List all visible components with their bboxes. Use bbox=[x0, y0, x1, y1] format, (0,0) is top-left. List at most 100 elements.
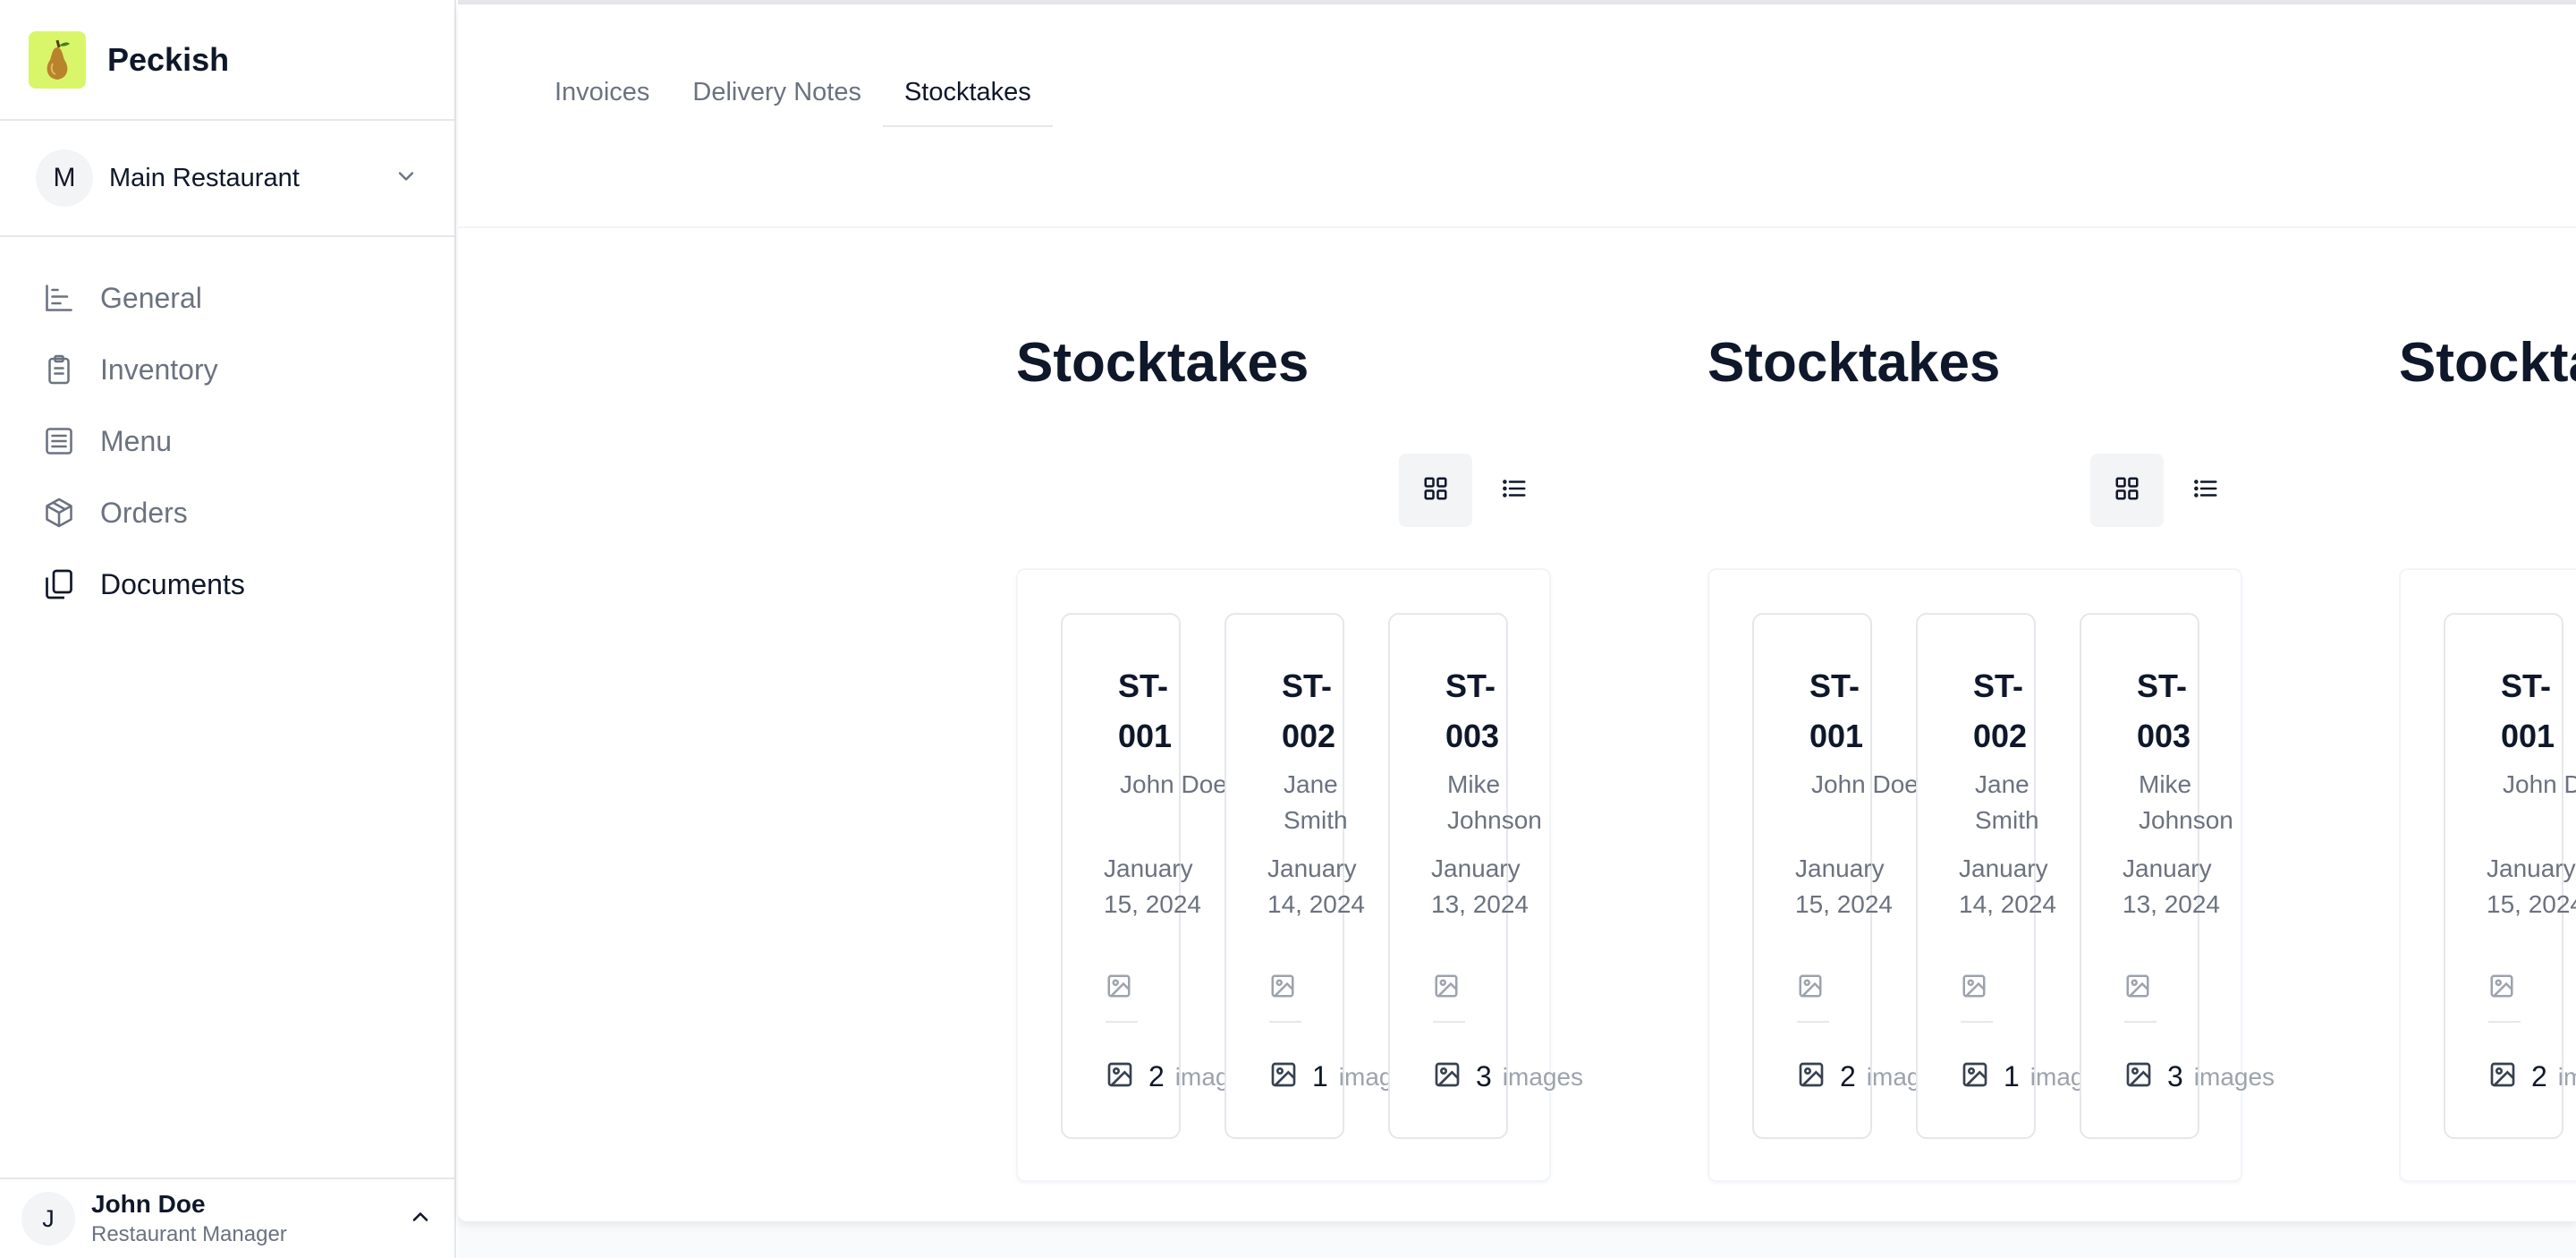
images-icon bbox=[2488, 1060, 2517, 1093]
stocktake-date: January 15, 2024 bbox=[1795, 854, 1893, 918]
store-name: Main Restaurant bbox=[109, 163, 300, 192]
list-view-button[interactable] bbox=[2169, 454, 2242, 527]
stocktake-person: Mike Johnson bbox=[2139, 770, 2233, 834]
grid-view-button[interactable] bbox=[1399, 454, 1472, 527]
sidebar-nav: General Inventory Menu Orders Documents bbox=[0, 237, 454, 620]
images-icon bbox=[1106, 1060, 1134, 1093]
image-count-value: 2 bbox=[1840, 1060, 1856, 1092]
image-count-value: 3 bbox=[2167, 1060, 2183, 1092]
tab-delivery-notes[interactable]: Delivery Notes bbox=[671, 67, 883, 127]
list-view-button[interactable] bbox=[1478, 454, 1551, 527]
image-icon bbox=[1797, 973, 1824, 1004]
image-icon bbox=[1106, 973, 1132, 1004]
stocktake-card[interactable]: ST- 002 Jane Smith January 14, 2024 1 ima… bbox=[1224, 613, 1419, 1139]
image-count: 3 images bbox=[2124, 1060, 2275, 1093]
sidebar-item-orders[interactable]: Orders bbox=[0, 477, 454, 548]
sidebar-item-label: General bbox=[100, 281, 202, 314]
stocktake-date: January 15, 2024 bbox=[2487, 854, 2576, 918]
package-icon bbox=[43, 495, 79, 531]
stocktake-id: ST- 001 bbox=[2501, 667, 2555, 754]
image-count-value: 2 bbox=[2531, 1060, 2547, 1092]
copy-icon bbox=[43, 566, 79, 602]
stocktake-person: John Doe bbox=[1120, 770, 1227, 798]
tab-stocktakes[interactable]: Stocktakes bbox=[882, 67, 1053, 127]
stocktake-id: ST- 003 bbox=[2137, 667, 2191, 754]
sidebar-item-inventory[interactable]: Inventory bbox=[0, 334, 454, 405]
tabs-divider bbox=[458, 226, 2576, 228]
sidebar-item-label: Inventory bbox=[100, 353, 218, 386]
image-count-value: 2 bbox=[1148, 1060, 1165, 1092]
stocktake-date: January 13, 2024 bbox=[2123, 854, 2220, 918]
bar-chart-icon bbox=[43, 280, 79, 316]
image-icon bbox=[2488, 973, 2515, 1004]
sidebar: Peckish M Main Restaurant General Invent… bbox=[0, 0, 456, 1258]
sidebar-item-label: Orders bbox=[100, 496, 188, 529]
divider bbox=[1961, 1021, 1993, 1023]
view-toggle bbox=[1399, 454, 1556, 527]
sidebar-item-label: Documents bbox=[100, 567, 245, 600]
stocktake-id: ST- 001 bbox=[1809, 667, 1864, 754]
store-avatar: M bbox=[36, 149, 93, 207]
stocktake-date: January 13, 2024 bbox=[1431, 854, 1529, 918]
chevron-up-icon bbox=[408, 1204, 433, 1234]
divider bbox=[1106, 1021, 1138, 1023]
stocktake-id: ST- 002 bbox=[1973, 667, 2028, 754]
stocktake-card[interactable]: ST-001 John Doe January 15, 2024 2 image… bbox=[2444, 613, 2576, 1139]
user-menu[interactable]: J John Doe Restaurant Manager bbox=[0, 1177, 454, 1258]
tab-invoices[interactable]: Invoices bbox=[533, 67, 671, 127]
image-count: 2 images bbox=[2488, 1060, 2576, 1093]
pear-logo-icon bbox=[29, 30, 86, 89]
store-switcher[interactable]: M Main Restaurant bbox=[0, 121, 454, 237]
stocktake-date: January 14, 2024 bbox=[1267, 854, 1365, 918]
list-icon bbox=[1501, 475, 1528, 506]
avatar: J bbox=[21, 1192, 75, 1245]
sidebar-item-general[interactable]: General bbox=[0, 262, 454, 334]
sidebar-item-label: Menu bbox=[100, 424, 173, 457]
grid-view-button[interactable] bbox=[2090, 454, 2164, 527]
stocktake-person: Jane Smith bbox=[1284, 770, 1348, 834]
user-info: John Doe Restaurant Manager bbox=[91, 1190, 408, 1247]
list-icon bbox=[2192, 475, 2219, 506]
image-count-value: 1 bbox=[1312, 1060, 1328, 1092]
section-title: Stocktakes bbox=[2399, 332, 2576, 394]
sidebar-item-menu[interactable]: Menu bbox=[0, 405, 454, 477]
stocktake-date: January 15, 2024 bbox=[1104, 854, 1201, 918]
stocktake-card[interactable]: ST-001 John Doe January 15, 2024 2 image… bbox=[1752, 613, 1947, 1139]
divider bbox=[2488, 1021, 2521, 1023]
images-icon bbox=[1269, 1060, 1298, 1093]
grid-icon bbox=[1422, 475, 1449, 506]
sidebar-item-documents[interactable]: Documents bbox=[0, 548, 454, 620]
divider bbox=[2124, 1021, 2157, 1023]
brand-name: Peckish bbox=[107, 40, 230, 78]
stocktake-id: ST- 001 bbox=[1118, 667, 1173, 754]
image-count-unit: images bbox=[1502, 1062, 1584, 1091]
stocktake-date: January 14, 2024 bbox=[1959, 854, 2056, 918]
stocktakes-section: Stocktakes ST-001 John Doe January 15, 2… bbox=[2399, 228, 2576, 1221]
section-title: Stocktakes bbox=[1016, 332, 1309, 394]
image-count-value: 3 bbox=[1476, 1060, 1492, 1092]
image-count-value: 1 bbox=[2004, 1060, 2020, 1092]
divider bbox=[1269, 1021, 1301, 1023]
image-icon bbox=[1269, 973, 1296, 1004]
stocktake-card[interactable]: ST- 003 Mike Johnson January 13, 2024 3 i… bbox=[2080, 613, 2275, 1139]
stocktake-id: ST- 002 bbox=[1282, 667, 1336, 754]
stocktake-card[interactable]: ST- 003 Mike Johnson January 13, 2024 3 i… bbox=[1388, 613, 1583, 1139]
images-icon bbox=[1797, 1060, 1826, 1093]
image-count-unit: images bbox=[2557, 1062, 2576, 1091]
stocktake-grid: ST-001 John Doe January 15, 2024 2 image… bbox=[1707, 568, 2275, 1182]
stocktake-person: John Doe bbox=[2503, 770, 2576, 798]
grid-icon bbox=[2114, 475, 2140, 506]
document-tabs: Invoices Delivery Notes Stocktakes bbox=[533, 67, 1053, 127]
stocktake-person: John Doe bbox=[1811, 770, 1919, 798]
view-toggle bbox=[2090, 454, 2248, 527]
brand-header: Peckish bbox=[0, 0, 454, 121]
image-icon bbox=[2124, 973, 2151, 1004]
stocktake-card[interactable]: ST-001 John Doe January 15, 2024 2 image… bbox=[1061, 613, 1256, 1139]
stocktake-grid: ST-001 John Doe January 15, 2024 2 image… bbox=[2399, 568, 2576, 1182]
stocktake-card[interactable]: ST- 002 Jane Smith January 14, 2024 1 ima… bbox=[1916, 613, 2111, 1139]
divider bbox=[1433, 1021, 1465, 1023]
user-name: John Doe bbox=[91, 1190, 206, 1218]
stocktake-person: Jane Smith bbox=[1975, 770, 2039, 834]
main-content: Invoices Delivery Notes Stocktakes Stock… bbox=[458, 0, 2576, 1258]
divider bbox=[1797, 1021, 1829, 1023]
